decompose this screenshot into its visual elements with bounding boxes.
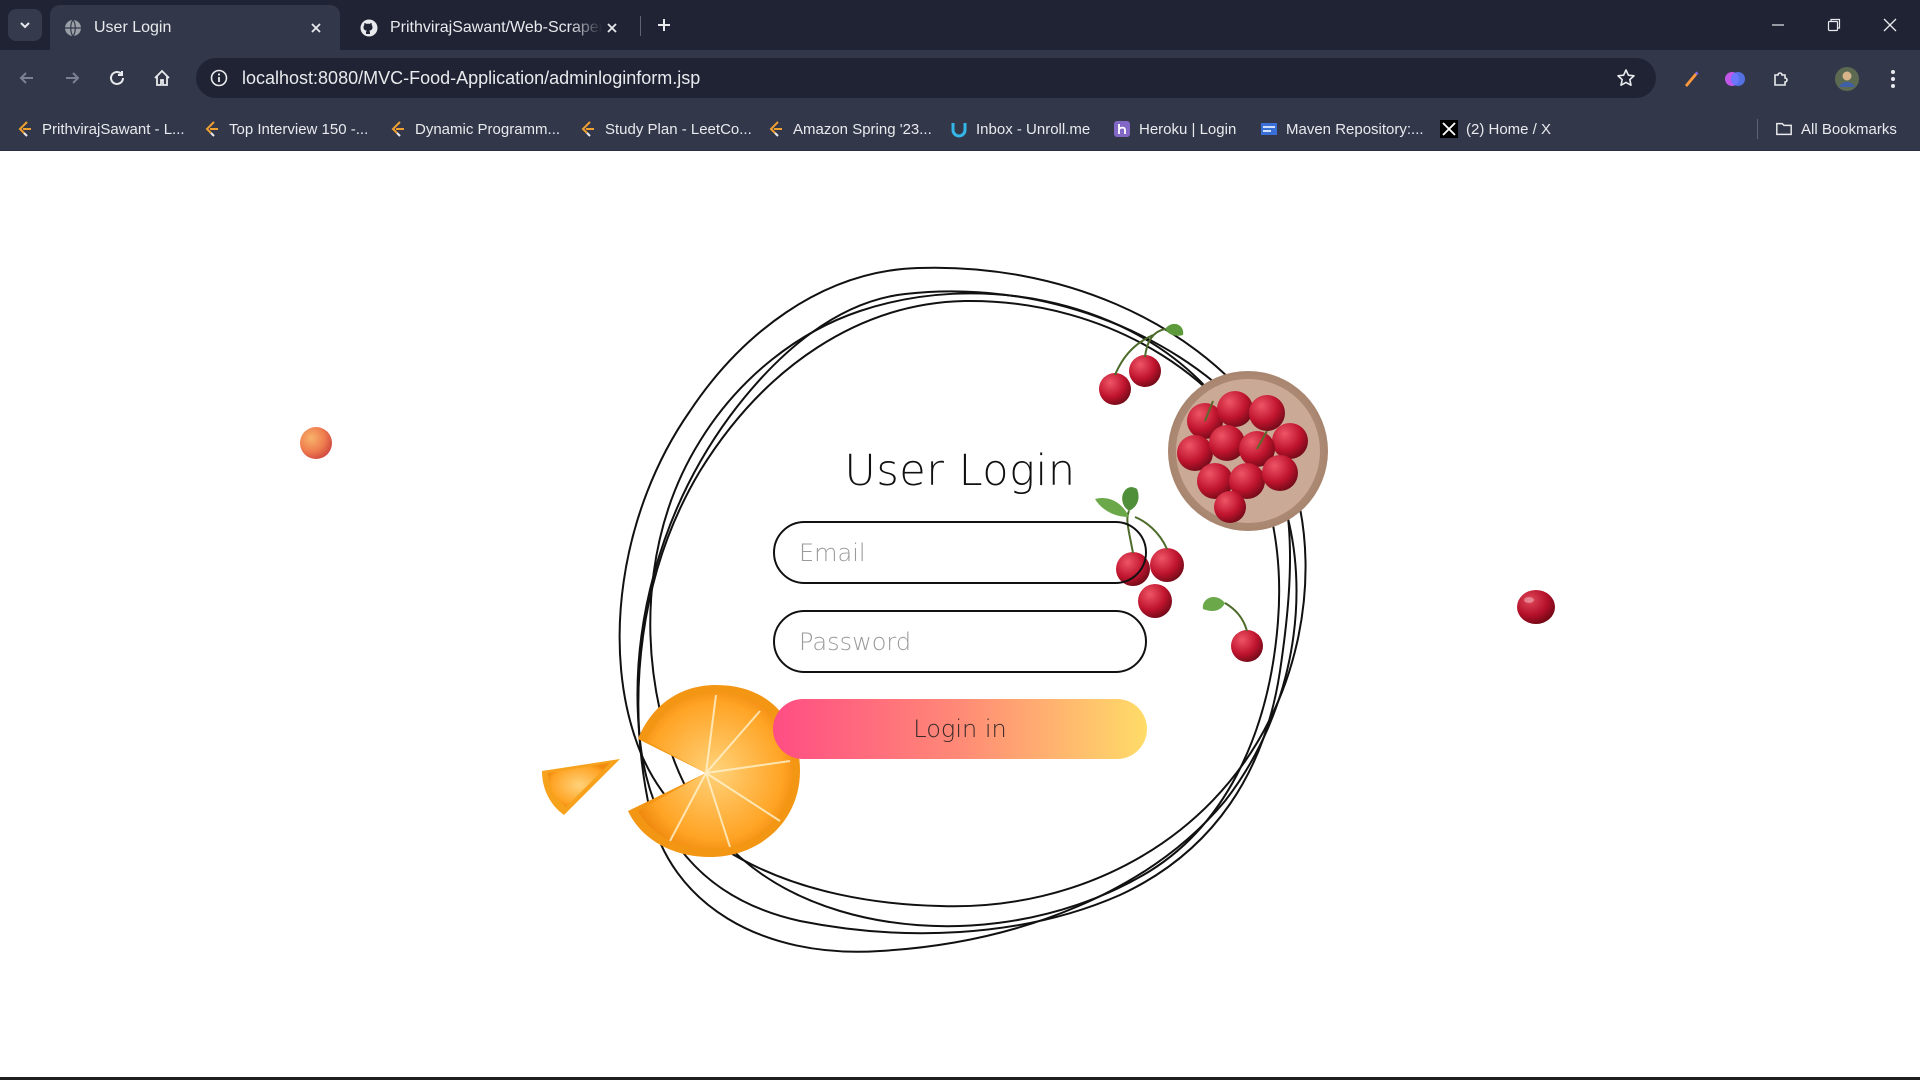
globe-icon [65, 19, 81, 36]
tab-divider [640, 16, 641, 36]
forward-button[interactable] [55, 61, 89, 95]
all-bookmarks-button[interactable]: All Bookmarks [1775, 117, 1897, 141]
bookmark-item[interactable]: PrithvirajSawant - L... [16, 117, 185, 141]
extension-pen-button[interactable] [1676, 64, 1706, 94]
kebab-menu-icon [1891, 70, 1895, 88]
profile-avatar-button[interactable] [1832, 64, 1862, 94]
tab-strip: User Login PrithvirajSawant/Web-Scraper:… [0, 0, 1920, 50]
arrow-left-icon [19, 72, 33, 84]
menu-button[interactable] [1878, 64, 1908, 94]
leetcode-icon [767, 120, 785, 138]
bookmarks-bar: PrithvirajSawant - L... Top Interview 15… [0, 107, 1920, 151]
page-content: User Login Login in [0, 151, 1920, 1080]
plus-icon [658, 19, 670, 31]
info-icon [210, 69, 228, 87]
bookmark-label: Dynamic Programm... [415, 120, 561, 138]
github-icon [360, 19, 378, 36]
heroku-icon [1113, 120, 1131, 138]
tab-search-button[interactable] [8, 9, 42, 41]
pen-icon [1685, 71, 1699, 87]
bookmark-item[interactable]: Top Interview 150 -... [203, 117, 368, 141]
bookmark-star-button[interactable] [1614, 66, 1638, 90]
tab-github-web-scraper[interactable]: PrithvirajSawant/Web-Scraper: A [346, 5, 636, 50]
bookmark-label: Top Interview 150 -... [229, 120, 369, 138]
login-button[interactable]: Login in [773, 699, 1147, 759]
close-icon [1883, 18, 1897, 32]
arrow-right-icon [66, 72, 80, 84]
new-tab-button[interactable] [650, 11, 678, 39]
close-window-button[interactable] [1862, 0, 1918, 50]
reload-icon [110, 70, 124, 85]
leetcode-icon [16, 120, 34, 138]
minimize-icon [1772, 24, 1784, 26]
x-icon [1440, 120, 1458, 138]
extension-brain-button[interactable] [1720, 64, 1750, 94]
restore-icon [1827, 18, 1841, 32]
url-text[interactable]: localhost:8080/MVC-Food-Application/admi… [242, 68, 700, 89]
tab-user-login[interactable]: User Login [50, 5, 340, 50]
tab-title: User Login [94, 18, 172, 36]
bookmark-label: All Bookmarks [1801, 120, 1897, 138]
reload-button[interactable] [100, 61, 134, 95]
site-info-button[interactable] [204, 63, 234, 93]
tab-title: PrithvirajSawant/Web-Scraper: A [390, 18, 602, 36]
bookmark-label: Amazon Spring '23... [793, 120, 932, 138]
address-bar[interactable]: localhost:8080/MVC-Food-Application/admi… [196, 58, 1656, 98]
maven-icon [1260, 120, 1278, 138]
leetcode-icon [389, 120, 407, 138]
minimize-button[interactable] [1750, 0, 1806, 50]
email-input[interactable] [773, 521, 1147, 584]
bookmark-item[interactable]: Maven Repository:... [1260, 117, 1424, 141]
bookmark-item[interactable]: Amazon Spring '23... [767, 117, 932, 141]
leetcode-icon [579, 120, 597, 138]
close-tab-icon[interactable] [306, 18, 326, 38]
login-title: User Login [844, 446, 1076, 496]
bookmark-label: Heroku | Login [1139, 120, 1237, 138]
avatar-icon [1835, 67, 1859, 91]
cherry-image [1517, 590, 1555, 624]
bookmark-item[interactable]: Study Plan - LeetCo... [579, 117, 752, 141]
orange-slices-image [542, 685, 800, 857]
peach-image [300, 427, 332, 459]
unroll-icon [950, 120, 968, 138]
home-icon [154, 69, 170, 86]
bookmarks-divider [1757, 119, 1758, 139]
bookmark-item[interactable]: Heroku | Login [1113, 117, 1236, 141]
bookmark-label: PrithvirajSawant - L... [42, 120, 185, 138]
leetcode-icon [203, 120, 221, 138]
bookmark-item[interactable]: Dynamic Programm... [389, 117, 560, 141]
puzzle-icon [1774, 72, 1788, 86]
password-input[interactable] [773, 610, 1147, 673]
bookmark-label: Inbox - Unroll.me [976, 120, 1091, 138]
restore-button[interactable] [1806, 0, 1862, 50]
home-button[interactable] [145, 61, 179, 95]
browser-toolbar: localhost:8080/MVC-Food-Application/admi… [0, 50, 1920, 107]
brain-icon [1725, 72, 1745, 86]
bookmark-label: Study Plan - LeetCo... [605, 120, 752, 138]
chevron-down-icon [20, 22, 30, 29]
folder-icon [1775, 120, 1793, 138]
extensions-button[interactable] [1766, 64, 1796, 94]
bookmark-item[interactable]: Inbox - Unroll.me [950, 117, 1090, 141]
close-tab-icon[interactable] [602, 18, 622, 38]
back-button[interactable] [10, 61, 44, 95]
bookmark-item[interactable]: (2) Home / X [1440, 117, 1551, 141]
bookmark-label: Maven Repository:... [1286, 120, 1424, 138]
bookmark-label: (2) Home / X [1466, 120, 1552, 138]
star-icon [1617, 69, 1635, 86]
